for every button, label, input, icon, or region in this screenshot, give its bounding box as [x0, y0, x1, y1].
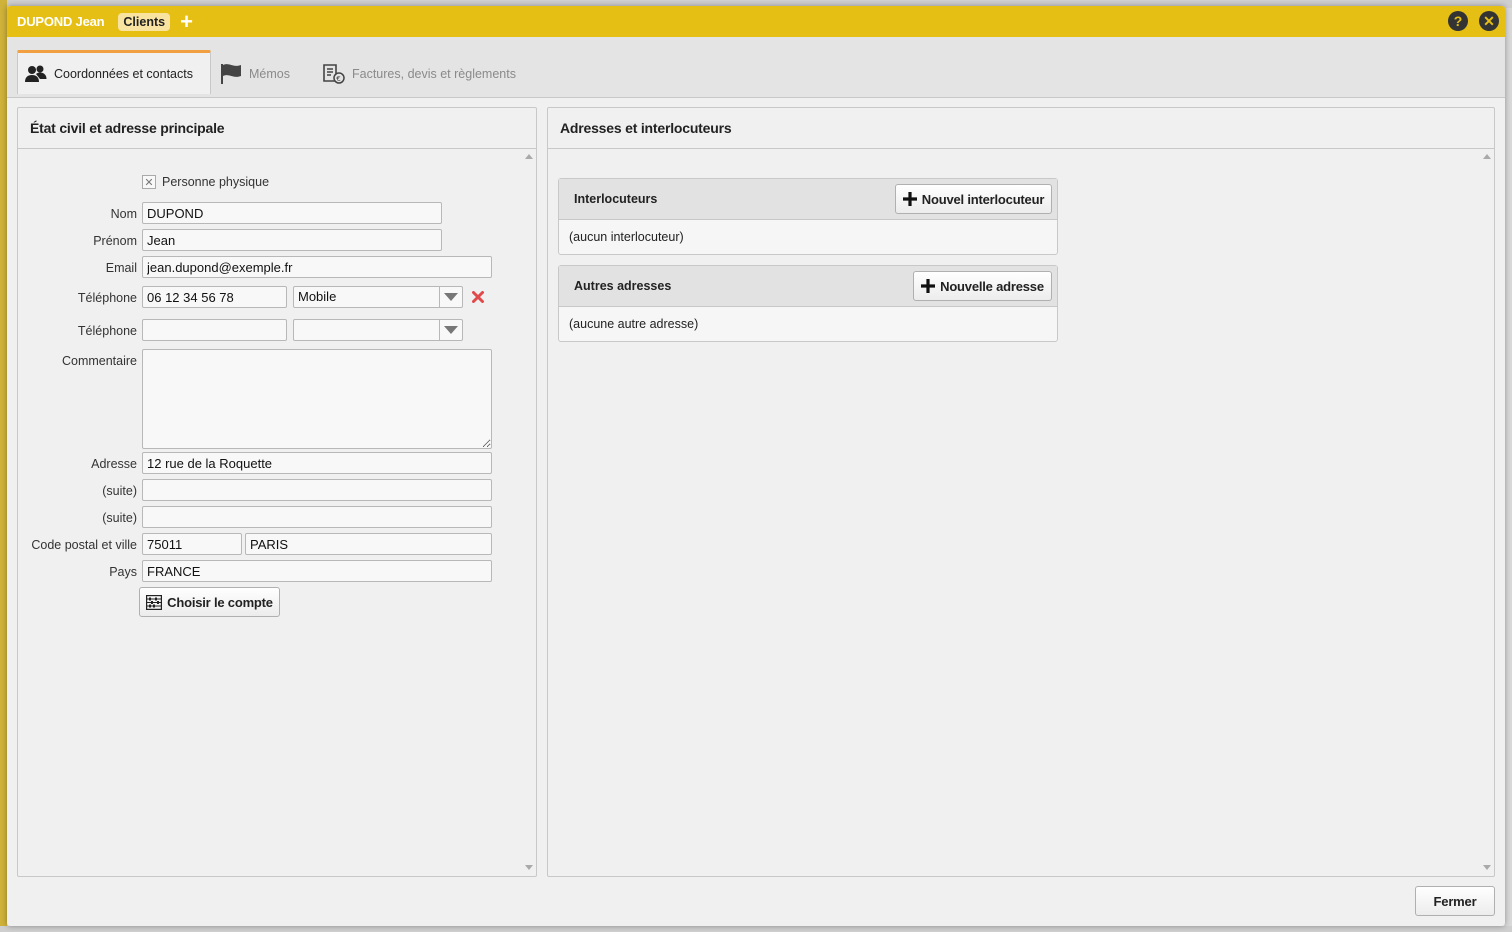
- telephone-2-input[interactable]: [142, 319, 287, 341]
- interlocuteurs-section: Interlocuteurs Nouvel interlocuteur (auc…: [558, 178, 1058, 255]
- telephone-type-select[interactable]: Mobile: [293, 286, 463, 308]
- autres-adresses-empty-text: (aucune autre adresse): [569, 317, 699, 331]
- module-chip-clients[interactable]: Clients: [118, 12, 171, 31]
- personne-physique-checkbox[interactable]: ✕: [142, 175, 156, 189]
- client-window: DUPOND Jean Clients + ? ✕ Coordonnées et…: [7, 6, 1505, 926]
- record-title: DUPOND Jean: [17, 14, 105, 29]
- plus-icon: [921, 279, 936, 293]
- code-postal-ville-label: Code postal et ville: [31, 538, 137, 552]
- telephone-2-type-select[interactable]: [293, 319, 463, 341]
- pays-label: Pays: [109, 565, 137, 579]
- tab-label: Coordonnées et contacts: [54, 66, 193, 81]
- choisir-compte-button[interactable]: Choisir le compte: [139, 587, 280, 617]
- add-tab-icon[interactable]: +: [180, 10, 193, 33]
- invoice-icon: €: [323, 64, 345, 84]
- section-title: Autres adresses: [574, 279, 672, 293]
- email-input[interactable]: [142, 256, 492, 278]
- section-title: Interlocuteurs: [574, 192, 658, 206]
- background-app-footer: [0, 926, 1512, 932]
- abacus-icon: [146, 594, 163, 610]
- tab-bar: Coordonnées et contacts Mémos € Factures…: [7, 37, 1505, 98]
- chevron-down-icon[interactable]: [439, 320, 462, 340]
- nouvel-interlocuteur-button[interactable]: Nouvel interlocuteur: [895, 184, 1052, 214]
- scroll-up-arrow[interactable]: [525, 154, 533, 159]
- code-postal-input[interactable]: [142, 533, 242, 555]
- window-titlebar: DUPOND Jean Clients + ? ✕: [7, 6, 1505, 37]
- tab-coordonnees[interactable]: Coordonnées et contacts: [17, 50, 211, 94]
- tab-label: Factures, devis et règlements: [352, 67, 516, 81]
- personne-physique-label: Personne physique: [162, 175, 270, 189]
- adresse-suite-2-input[interactable]: [142, 506, 492, 528]
- tab-memos[interactable]: Mémos: [219, 51, 290, 97]
- chevron-down-icon[interactable]: [439, 287, 462, 307]
- button-label: Nouvelle adresse: [940, 278, 1044, 294]
- interlocuteurs-empty-text: (aucun interlocuteur): [569, 230, 684, 244]
- adresse-suite-1-input[interactable]: [142, 479, 492, 501]
- telephone-label: Téléphone: [77, 291, 137, 305]
- close-window-icon[interactable]: ✕: [1479, 11, 1499, 31]
- nouvelle-adresse-button[interactable]: Nouvelle adresse: [913, 271, 1052, 301]
- help-icon[interactable]: ?: [1448, 11, 1468, 31]
- telephone-type-value: Mobile: [298, 289, 337, 304]
- commentaire-label: Commentaire: [61, 354, 137, 368]
- tab-factures[interactable]: € Factures, devis et règlements: [320, 51, 516, 97]
- scroll-down-arrow[interactable]: [1483, 865, 1491, 870]
- tab-label: Mémos: [249, 67, 290, 81]
- scroll-down-arrow[interactable]: [525, 865, 533, 870]
- ville-input[interactable]: [245, 533, 492, 555]
- telephone-input[interactable]: [142, 286, 287, 308]
- autres-adresses-section: Autres adresses Nouvelle adresse (aucune…: [558, 265, 1058, 342]
- adresse-suite-1-label: (suite): [102, 484, 137, 498]
- flag-icon: [221, 64, 241, 84]
- etat-civil-panel: État civil et adresse principale ✕ Perso…: [17, 107, 537, 877]
- adresse-label: Adresse: [91, 457, 137, 471]
- button-label: Choisir le compte: [167, 594, 273, 610]
- background-app-sidebar: [0, 0, 7, 932]
- button-label: Fermer: [1433, 893, 1477, 909]
- svg-text:€: €: [336, 75, 340, 83]
- contacts-icon: [25, 65, 47, 82]
- prenom-input[interactable]: [142, 229, 442, 251]
- fermer-button[interactable]: Fermer: [1415, 886, 1495, 916]
- nom-label: Nom: [110, 207, 137, 221]
- panel-title: Adresses et interlocuteurs: [548, 108, 1494, 149]
- delete-phone-icon[interactable]: [472, 291, 484, 303]
- scroll-up-arrow[interactable]: [1483, 154, 1491, 159]
- adresses-interlocuteurs-panel: Adresses et interlocuteurs Interlocuteur…: [547, 107, 1495, 877]
- nom-input[interactable]: [142, 202, 442, 224]
- button-label: Nouvel interlocuteur: [921, 191, 1045, 207]
- commentaire-textarea[interactable]: [142, 349, 492, 449]
- adresse-suite-2-label: (suite): [102, 511, 137, 525]
- pays-input[interactable]: [142, 560, 492, 582]
- email-label: Email: [105, 261, 137, 275]
- panel-title: État civil et adresse principale: [18, 108, 536, 149]
- plus-icon: [902, 192, 917, 206]
- adresse-input[interactable]: [142, 452, 492, 474]
- telephone-2-label: Téléphone: [77, 324, 137, 338]
- prenom-label: Prénom: [93, 234, 137, 248]
